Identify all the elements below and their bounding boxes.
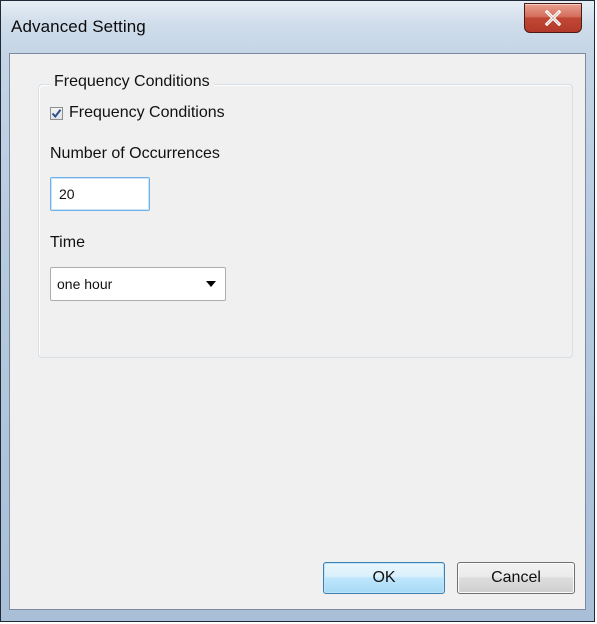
frequency-conditions-checkbox[interactable] xyxy=(50,106,63,120)
ok-button[interactable]: OK xyxy=(323,562,445,594)
close-button[interactable] xyxy=(524,3,582,33)
checkmark-icon xyxy=(51,108,62,119)
time-label: Time xyxy=(50,234,85,251)
window-title: Advanced Setting xyxy=(11,17,146,36)
dropdown-arrow-icon xyxy=(205,280,217,288)
dialog-body: Frequency Conditions Frequency Condition… xyxy=(9,53,586,610)
frequency-conditions-checkbox-label: Frequency Conditions xyxy=(69,104,225,121)
cancel-button[interactable]: Cancel xyxy=(457,562,575,594)
occurrences-label: Number of Occurrences xyxy=(50,145,220,162)
advanced-setting-window: Advanced Setting Frequency Conditions Fr… xyxy=(0,0,595,622)
time-dropdown-value: one hour xyxy=(57,276,113,292)
occurrences-input[interactable] xyxy=(50,177,150,211)
close-icon xyxy=(544,10,562,26)
frequency-conditions-checkbox-row[interactable]: Frequency Conditions xyxy=(50,104,225,122)
title-bar[interactable]: Advanced Setting xyxy=(1,1,594,53)
time-dropdown[interactable]: one hour xyxy=(50,267,226,301)
frequency-group-box xyxy=(38,84,573,358)
group-legend: Frequency Conditions xyxy=(50,73,214,91)
